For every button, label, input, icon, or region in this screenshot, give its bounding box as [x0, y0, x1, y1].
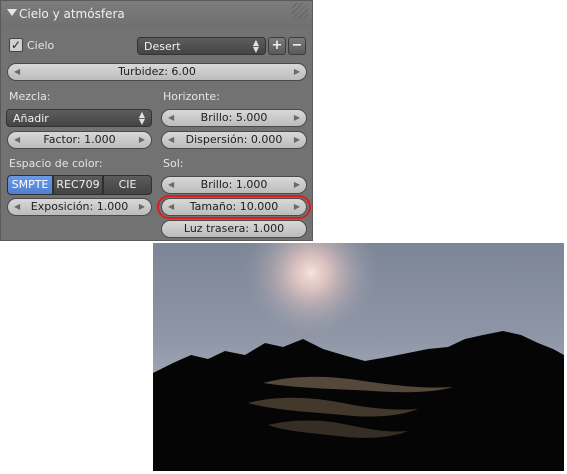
exposure-slider[interactable]: ◀ Exposición: 1.000 ▶ [7, 198, 152, 216]
sun-brightness-value: Brillo: 1.000 [200, 178, 268, 191]
collapse-arrow-icon[interactable] [7, 9, 17, 16]
sky-preset-dropdown[interactable]: Desert ▲ ▼ [137, 37, 266, 55]
panel-header[interactable]: Cielo y atmósfera [1, 1, 312, 29]
mix-value: Añadir [13, 112, 49, 125]
add-preset-button[interactable]: + [268, 37, 286, 55]
horizon-brightness-slider[interactable]: ◀ Brillo: 5.000 ▶ [161, 109, 307, 127]
color-space-label: Espacio de color: [9, 157, 103, 170]
dropdown-arrows-icon: ▲ ▼ [138, 110, 145, 126]
horizon-label: Horizonte: [163, 90, 220, 103]
minus-icon: − [291, 38, 303, 53]
dropdown-arrows-icon: ▲ ▼ [252, 38, 259, 54]
sun-label: Sol: [163, 157, 184, 170]
decrement-arrow-icon[interactable]: ◀ [168, 110, 174, 126]
render-preview [153, 243, 564, 471]
decrement-arrow-icon[interactable]: ◀ [168, 177, 174, 193]
back-light-value: Luz trasera: 1.000 [183, 222, 285, 235]
color-space-smpte[interactable]: SMPTE [7, 175, 53, 195]
factor-slider[interactable]: ◀ Factor: 1.000 ▶ [7, 131, 152, 149]
decrement-arrow-icon[interactable]: ◀ [14, 199, 20, 215]
factor-value: Factor: 1.000 [43, 133, 116, 146]
drag-grip-icon[interactable] [292, 3, 308, 19]
exposure-value: Exposición: 1.000 [30, 200, 129, 213]
increment-arrow-icon[interactable]: ▶ [294, 132, 300, 148]
horizon-spread-slider[interactable]: ◀ Dispersión: 0.000 ▶ [161, 131, 307, 149]
plus-icon: + [271, 38, 283, 53]
increment-arrow-icon[interactable]: ▶ [139, 132, 145, 148]
sun-size-highlight-ring [157, 195, 311, 219]
decrement-arrow-icon[interactable]: ◀ [14, 132, 20, 148]
decrement-arrow-icon[interactable]: ◀ [14, 64, 20, 80]
color-space-rec709[interactable]: REC709 [53, 175, 103, 195]
sun-brightness-slider[interactable]: ◀ Brillo: 1.000 ▶ [161, 176, 307, 194]
mix-dropdown[interactable]: Añadir ▲ ▼ [6, 109, 152, 127]
remove-preset-button[interactable]: − [288, 37, 306, 55]
sky-atmosphere-panel: Cielo y atmósfera ✓ Cielo Desert ▲ ▼ + − … [0, 0, 313, 241]
increment-arrow-icon[interactable]: ▶ [139, 199, 145, 215]
back-light-slider[interactable]: Luz trasera: 1.000 [161, 220, 307, 238]
mix-label: Mezcla: [9, 90, 51, 103]
turbidity-value: Turbidez: 6.00 [118, 65, 196, 78]
increment-arrow-icon[interactable]: ▶ [294, 110, 300, 126]
check-icon: ✓ [10, 38, 22, 52]
horizon-brightness-value: Brillo: 5.000 [200, 111, 268, 124]
render-preview-scene [153, 243, 564, 471]
color-space-cie[interactable]: CIE [103, 175, 152, 195]
horizon-spread-value: Dispersión: 0.000 [185, 133, 283, 146]
sky-checkbox-label: Cielo [27, 39, 55, 52]
decrement-arrow-icon[interactable]: ◀ [168, 132, 174, 148]
increment-arrow-icon[interactable]: ▶ [294, 64, 300, 80]
increment-arrow-icon[interactable]: ▶ [294, 177, 300, 193]
panel-title: Cielo y atmósfera [19, 7, 125, 21]
sky-checkbox[interactable]: ✓ [9, 38, 23, 52]
turbidity-slider[interactable]: ◀ Turbidez: 6.00 ▶ [7, 63, 307, 81]
sky-preset-value: Desert [144, 40, 181, 53]
